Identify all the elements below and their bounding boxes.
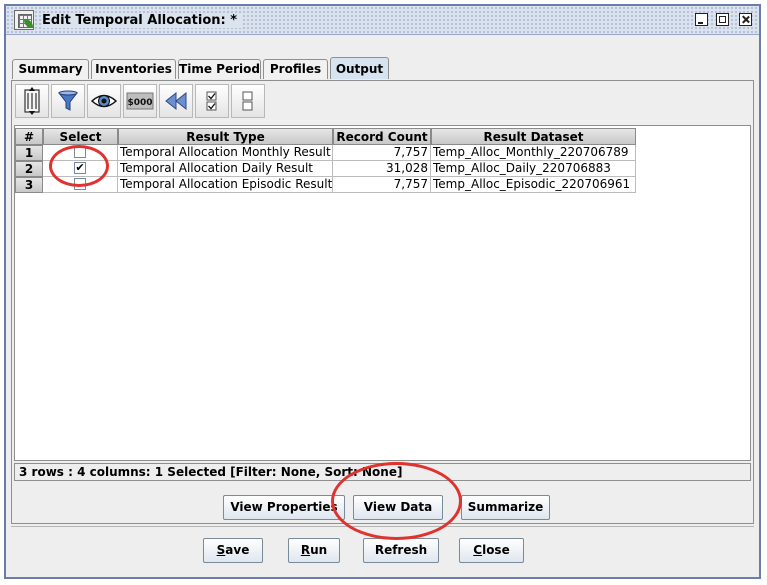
close-mnemonic: C: [473, 543, 483, 557]
row-number[interactable]: 1: [15, 145, 43, 161]
sort-icon: [24, 87, 40, 115]
clear-selection-button[interactable]: [231, 84, 265, 118]
table-row-select-cell: ✔: [43, 161, 118, 177]
format-money-button[interactable]: $000: [123, 84, 157, 118]
filter-icon: [57, 90, 79, 111]
tab-summary[interactable]: Summary: [12, 59, 89, 79]
reset-rewind-icon: [165, 91, 187, 111]
title-bar[interactable]: Edit Temporal Allocation: *: [6, 6, 759, 35]
edit-temporal-allocation-window: Edit Temporal Allocation: * Summary Inve…: [4, 4, 761, 579]
separator: [11, 526, 754, 527]
save-button[interactable]: Save: [203, 538, 263, 563]
view-data-button[interactable]: View Data: [353, 495, 443, 520]
app-icon: [14, 10, 34, 30]
record-count-cell[interactable]: 7,757: [333, 145, 431, 161]
filter-button[interactable]: [51, 84, 85, 118]
record-count-cell[interactable]: 7,757: [333, 177, 431, 193]
record-count-cell[interactable]: 31,028: [333, 161, 431, 177]
tab-inventories[interactable]: Inventories: [91, 59, 176, 79]
table-row-select-cell: [43, 145, 118, 161]
select-checkbox-checked[interactable]: ✔: [74, 162, 86, 174]
result-dataset-cell[interactable]: Temp_Alloc_Monthly_220706789: [431, 145, 636, 161]
run-label: un: [310, 543, 328, 557]
result-type-cell[interactable]: Temporal Allocation Monthly Result: [118, 145, 333, 161]
summarize-button[interactable]: Summarize: [461, 495, 550, 520]
refresh-button[interactable]: Refresh: [363, 538, 439, 563]
select-all-icon: [206, 91, 217, 111]
view-properties-button[interactable]: View Properties: [223, 495, 345, 520]
output-panel: $000 # Select Result Type Record Count R…: [11, 80, 754, 524]
window-title: Edit Temporal Allocation: *: [42, 13, 242, 28]
select-all-button[interactable]: [195, 84, 229, 118]
eye-icon: [90, 94, 118, 108]
column-header-record-count[interactable]: Record Count: [333, 128, 431, 145]
column-header-select[interactable]: Select: [43, 128, 118, 145]
clear-selection-icon: [242, 91, 253, 111]
select-checkbox[interactable]: [74, 178, 86, 190]
sort-button[interactable]: [15, 84, 49, 118]
format-money-icon: $000: [126, 92, 154, 110]
row-number[interactable]: 2: [15, 161, 43, 177]
maximize-icon[interactable]: [716, 13, 729, 26]
close-button[interactable]: Close: [459, 538, 524, 563]
column-header-result-type[interactable]: Result Type: [118, 128, 333, 145]
result-type-cell[interactable]: Temporal Allocation Daily Result: [118, 161, 333, 177]
result-dataset-cell[interactable]: Temp_Alloc_Daily_220706883: [431, 161, 636, 177]
save-mnemonic: S: [216, 543, 226, 557]
format-money-label: $000: [127, 98, 152, 108]
minimize-icon[interactable]: [695, 13, 708, 26]
column-header-result-dataset[interactable]: Result Dataset: [431, 128, 636, 145]
result-dataset-cell[interactable]: Temp_Alloc_Episodic_220706961: [431, 177, 636, 193]
table-row-select-cell: [43, 177, 118, 193]
view-button[interactable]: [87, 84, 121, 118]
output-table: # Select Result Type Record Count Result…: [14, 125, 751, 461]
save-label: ave: [225, 543, 250, 557]
column-header-number[interactable]: #: [15, 128, 43, 145]
row-number[interactable]: 3: [15, 177, 43, 193]
select-checkbox[interactable]: [74, 146, 86, 158]
tab-profiles[interactable]: Profiles: [263, 59, 328, 79]
reset-button[interactable]: [159, 84, 193, 118]
close-label: lose: [482, 543, 510, 557]
tab-time-period[interactable]: Time Period: [178, 59, 261, 79]
result-type-cell[interactable]: Temporal Allocation Episodic Result: [118, 177, 333, 193]
run-button[interactable]: Run: [288, 538, 340, 563]
close-window-icon[interactable]: [739, 13, 752, 26]
run-mnemonic: R: [300, 543, 311, 557]
tab-output[interactable]: Output: [330, 57, 389, 79]
table-status-bar: 3 rows : 4 columns: 1 Selected [Filter: …: [14, 463, 751, 481]
